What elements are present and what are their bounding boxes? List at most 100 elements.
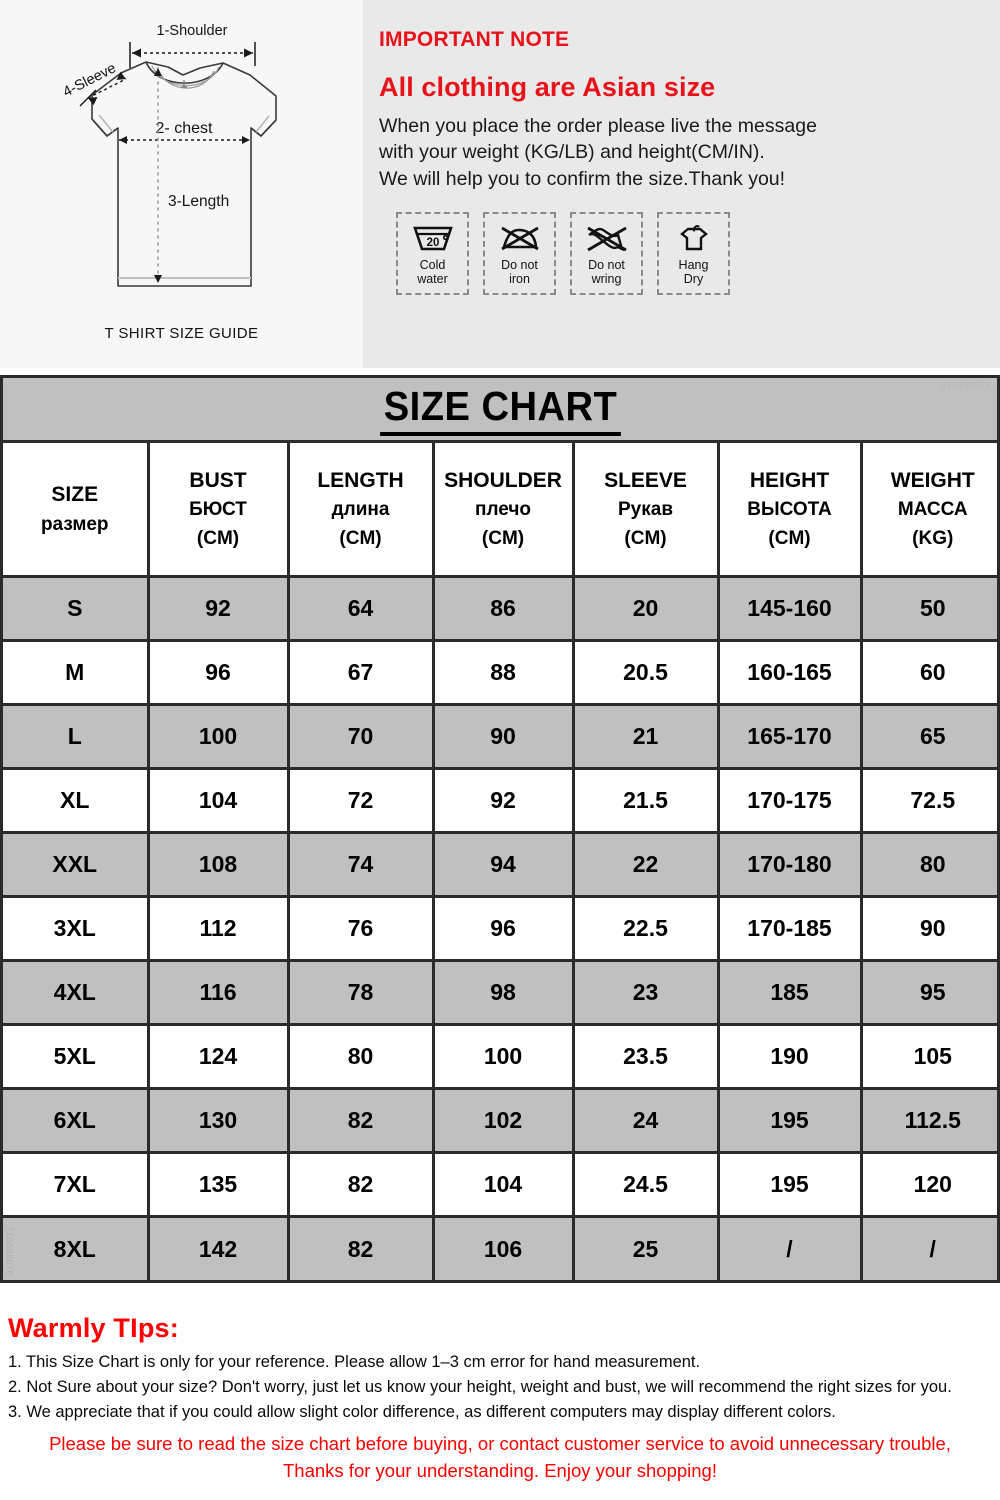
care-label: Do not wring (588, 258, 625, 286)
table-cell: 100 (146, 703, 288, 769)
cold-water-icon: 20 (412, 221, 454, 255)
table-cell: 72.5 (859, 767, 997, 833)
table-cell: 105 (859, 1023, 997, 1089)
table-cell: 82 (286, 1215, 433, 1280)
table-cell: 22.5 (571, 895, 718, 961)
table-cell: 60 (859, 639, 997, 705)
table-cell: 190 (716, 1023, 861, 1089)
care-item-do-not-wring: Do not wring (570, 212, 643, 295)
warmly-tips-section: Warmly TIps: 1. This Size Chart is only … (8, 1313, 992, 1485)
table-cell: 98 (431, 959, 573, 1025)
table-cell-size: L (3, 703, 148, 769)
table-cell: 78 (286, 959, 433, 1025)
col-header-line: (CM) (196, 527, 240, 549)
table-cell: 90 (859, 895, 997, 961)
table-cell: 24.5 (571, 1151, 718, 1217)
table-cell-size: 6XL (3, 1087, 148, 1153)
tip-final-line: Please be sure to read the size chart be… (49, 1433, 951, 1455)
table-cell: 112 (146, 895, 288, 961)
col-header-line: WEIGHT (890, 468, 975, 492)
table-row: 3XL 112 76 96 22.5 170-185 90 (3, 895, 997, 961)
col-header-line: Рукав (618, 499, 673, 521)
col-header-length: LENGTH длина (CM) (286, 440, 433, 577)
col-header-line: (CM) (768, 527, 811, 549)
watermark-bottom-left: 910459071 (5, 1226, 15, 1276)
note-title: IMPORTANT NOTE (379, 28, 570, 51)
col-header-line: МАССА (897, 499, 968, 521)
care-label-line: Do not (501, 258, 538, 272)
table-cell: 22 (571, 831, 718, 897)
col-header-line: SIZE (51, 483, 99, 506)
table-cell: / (859, 1215, 997, 1280)
table-cell: 72 (286, 767, 433, 833)
table-cell-size: 5XL (3, 1023, 148, 1089)
col-header-line: (KG) (912, 527, 954, 549)
table-cell: 116 (146, 959, 288, 1025)
col-header-shoulder: SHOULDER плечо (CM) (431, 440, 573, 577)
do-not-iron-icon (499, 221, 541, 255)
table-cell: 65 (859, 703, 997, 769)
care-label-line: Dry (683, 272, 704, 286)
table-cell-size: M (3, 639, 148, 705)
diagram-label-chest: 2- chest (156, 120, 213, 137)
table-row: 6XL 130 82 102 24 195 112.5 (3, 1087, 997, 1153)
col-header-line: (CM) (481, 527, 525, 549)
care-label: Hang Dry (679, 258, 709, 286)
col-header-line: БЮСТ (189, 499, 247, 521)
table-cell: 112.5 (859, 1087, 997, 1153)
table-cell: 67 (286, 639, 433, 705)
table-cell: 135 (146, 1151, 288, 1217)
table-cell: 21 (571, 703, 718, 769)
col-header-line: HEIGHT (749, 468, 830, 492)
table-cell: 96 (146, 639, 288, 705)
table-cell: 92 (146, 575, 288, 641)
do-not-wring-icon (585, 221, 629, 255)
table-cell: 74 (286, 831, 433, 897)
table-cell-size: 7XL (3, 1151, 148, 1217)
table-cell: 195 (716, 1151, 861, 1217)
col-header-height: HEIGHT ВЫСОТА (CM) (716, 440, 861, 577)
col-header-line: SHOULDER (444, 468, 562, 492)
size-chart-table-block: SIZE CHART 910459071 SIZE размер BUST БЮ… (0, 375, 1000, 1283)
table-cell: 145-160 (716, 575, 861, 641)
table-cell: 102 (431, 1087, 573, 1153)
table-cell: 64 (286, 575, 433, 641)
table-cell: 104 (146, 767, 288, 833)
col-header-weight: WEIGHT МАССА (KG) (859, 440, 997, 577)
top-info-panel: 1-Shoulder 4-Sleeve 2- chest 3-Length T … (0, 0, 1000, 368)
table-cell: / (716, 1215, 861, 1280)
table-cell: 20 (571, 575, 718, 641)
table-cell: 195 (716, 1087, 861, 1153)
size-chart-title-band: SIZE CHART 910459071 (3, 378, 997, 440)
table-cell: 104 (431, 1151, 573, 1217)
table-cell: 92 (431, 767, 573, 833)
table-cell: 94 (431, 831, 573, 897)
note-headline: All clothing are Asian size (379, 72, 716, 102)
table-cell: 50 (859, 575, 997, 641)
care-instructions-row: 20 Cold water Do not iron Do not wring H… (396, 212, 730, 295)
size-chart-title: SIZE CHART (379, 383, 621, 436)
col-header-line: (CM) (624, 527, 667, 549)
table-cell: 20.5 (571, 639, 718, 705)
warmly-tips-title: Warmly TIps: (8, 1313, 179, 1343)
table-cell: 170-180 (716, 831, 861, 897)
care-label-line: iron (509, 272, 530, 286)
table-row: 4XL 116 78 98 23 185 95 (3, 959, 997, 1025)
note-body-line: We will help you to confirm the size.Tha… (379, 167, 786, 190)
col-header-line: BUST (189, 468, 247, 492)
table-cell: 21.5 (571, 767, 718, 833)
important-note-pane: IMPORTANT NOTE All clothing are Asian si… (363, 0, 1000, 368)
table-cell: 86 (431, 575, 573, 641)
diagram-label-shoulder: 1-Shoulder (157, 23, 228, 39)
size-chart-page: 1-Shoulder 4-Sleeve 2- chest 3-Length T … (0, 0, 1000, 1500)
tip-line: 3. We appreciate that if you could allow… (8, 1402, 836, 1421)
table-cell: 88 (431, 639, 573, 705)
table-row: 8XL 142 82 106 25// (3, 1215, 997, 1280)
table-row: 7XL 135 82 104 24.5 195 120 (3, 1151, 997, 1217)
table-cell-size: 8XL (3, 1215, 148, 1280)
table-row: M 96 67 88 20.5 160-165 60 (3, 639, 997, 705)
col-header-line: SLEEVE (604, 468, 687, 492)
table-cell-size: S (3, 575, 148, 641)
table-cell: 95 (859, 959, 997, 1025)
note-body: When you place the order please live the… (379, 113, 976, 192)
